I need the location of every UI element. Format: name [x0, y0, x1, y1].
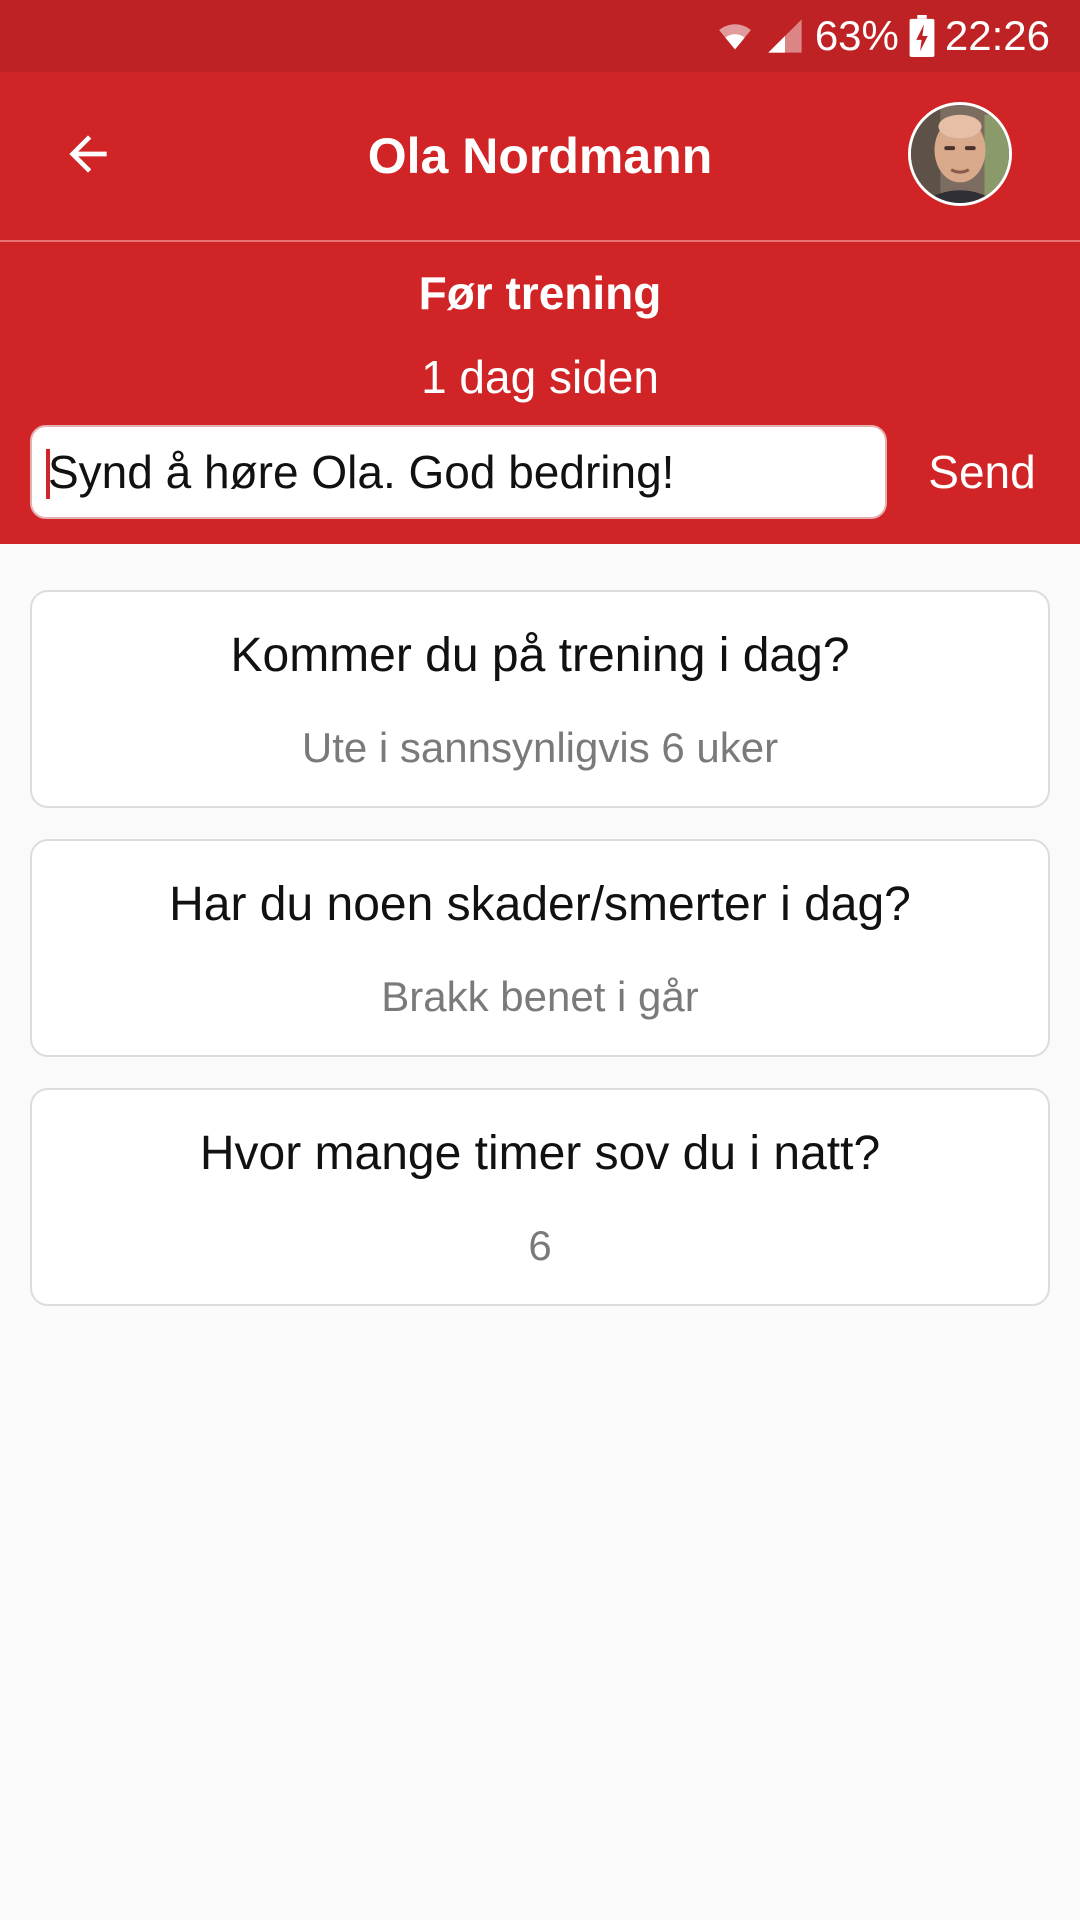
battery-charging-icon — [909, 15, 935, 57]
user-avatar[interactable] — [908, 102, 1012, 206]
question-card: Kommer du på trening i dag? Ute i sannsy… — [30, 590, 1050, 808]
avatar-image — [911, 105, 1009, 203]
card-answer: 6 — [528, 1222, 552, 1269]
status-bar: 63% 22:26 — [0, 0, 1080, 72]
card-question: Kommer du på trening i dag? — [230, 629, 850, 682]
card-answer: Ute i sannsynligvis 6 uker — [301, 724, 779, 771]
question-card: Hvor mange timer sov du i natt? 6 — [30, 1088, 1050, 1306]
session-time-ago: 1 dag siden — [421, 351, 659, 403]
card-question: Har du noen skader/smerter i dag? — [169, 878, 911, 931]
question-card: Har du noen skader/smerter i dag? Brakk … — [30, 839, 1050, 1057]
session-header: Før trening 1 dag siden Send — [0, 242, 1080, 544]
signal-icon — [765, 16, 805, 56]
wifi-icon — [715, 16, 755, 56]
arrow-left-icon — [60, 126, 116, 187]
clock: 22:26 — [944, 12, 1050, 59]
text-cursor — [46, 449, 50, 499]
comment-input[interactable] — [30, 425, 887, 519]
status-indicators: 63% 22:26 — [715, 0, 1050, 72]
page-title: Ola Nordmann — [367, 128, 713, 184]
card-question: Hvor mange timer sov du i natt? — [199, 1127, 881, 1180]
card-answer: Brakk benet i går — [381, 973, 699, 1020]
session-title: Før trening — [418, 267, 662, 319]
app-bar: Ola Nordmann — [0, 72, 1080, 240]
send-button[interactable]: Send — [912, 425, 1052, 519]
battery-percent: 63% — [814, 12, 899, 59]
back-button[interactable] — [48, 116, 128, 196]
